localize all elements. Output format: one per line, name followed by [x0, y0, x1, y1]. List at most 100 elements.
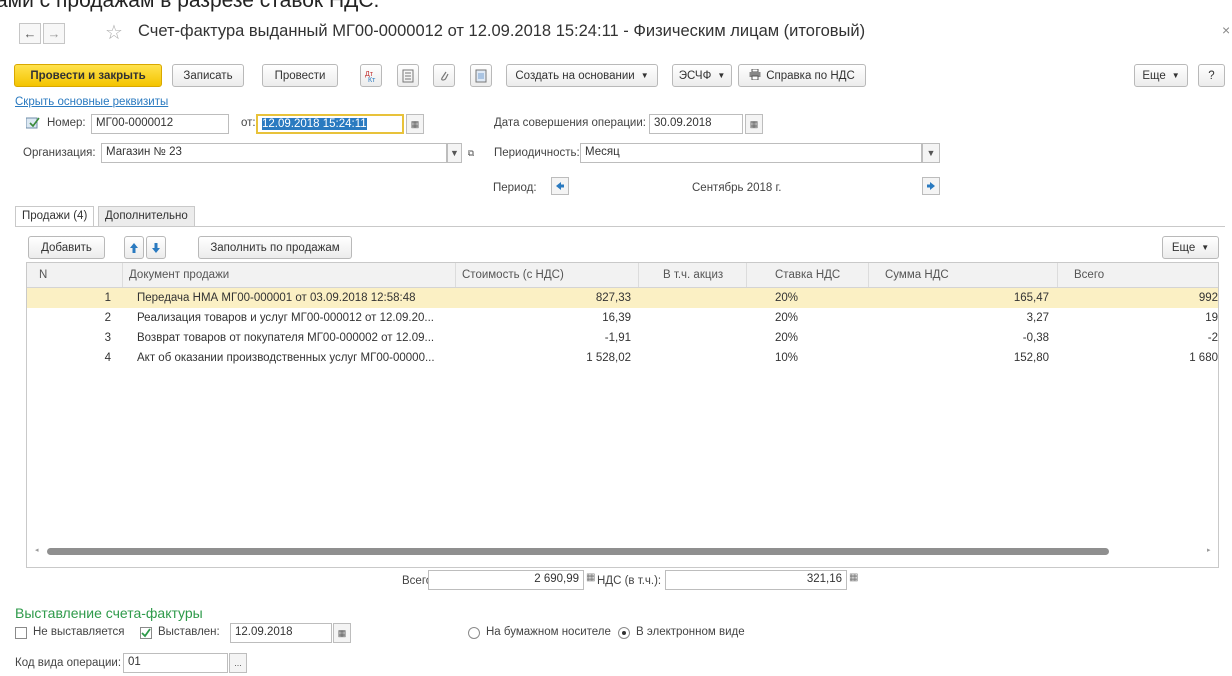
column-header-vat-rate[interactable]: Ставка НДС	[747, 263, 869, 287]
calculator-icon[interactable]: ▦	[586, 572, 595, 583]
calendar-icon[interactable]: ▦	[745, 114, 763, 134]
issued-date-field[interactable]: 12.09.2018	[230, 623, 332, 643]
vat-help-button[interactable]: Справка по НДС	[738, 64, 866, 87]
cell-cost: 827,33	[595, 292, 631, 304]
document-status-icon	[25, 117, 40, 132]
back-button[interactable]: ←	[19, 23, 41, 44]
total-field: 2 690,99	[428, 570, 584, 590]
cell-document: Передача НМА МГ00-000001 от 03.09.2018 1…	[137, 292, 416, 304]
post-button[interactable]: Провести	[262, 64, 338, 87]
cell-n: 4	[104, 352, 111, 364]
cropped-caption: ами с продажам в разрезе ставок НДС.	[0, 0, 380, 12]
scroll-left-icon[interactable]: ◂	[35, 546, 39, 554]
fill-by-sales-button[interactable]: Заполнить по продажам	[198, 236, 352, 259]
horizontal-scrollbar[interactable]	[37, 548, 1207, 556]
tab-divider	[15, 226, 1225, 227]
column-header-document[interactable]: Документ продажи	[123, 263, 456, 287]
paper-radio[interactable]	[468, 627, 480, 639]
document-list-icon[interactable]	[397, 64, 419, 87]
open-icon[interactable]: ⧉	[463, 143, 479, 163]
tab-sales[interactable]: Продажи (4)	[15, 206, 95, 227]
more-button[interactable]: Еще ▼	[1134, 64, 1188, 87]
cell-document: Акт об оказании производственных услуг М…	[137, 352, 435, 364]
operation-code-field[interactable]: 01	[123, 653, 228, 673]
scroll-right-icon[interactable]: ▸	[1207, 546, 1211, 554]
scrollbar-thumb[interactable]	[47, 548, 1109, 555]
forward-button[interactable]: →	[43, 23, 65, 44]
operation-code-label: Код вида операции:	[15, 657, 122, 669]
not-issued-checkbox[interactable]	[15, 627, 27, 639]
attach-icon[interactable]	[433, 64, 455, 87]
cell-excise	[639, 288, 739, 308]
period-value: Сентябрь 2018 г.	[692, 182, 782, 194]
period-prev-button[interactable]	[551, 177, 569, 195]
electronic-label: В электронном виде	[636, 626, 745, 638]
chevron-down-icon: ▼	[717, 71, 726, 80]
calendar-icon[interactable]: ▦	[406, 114, 424, 134]
column-header-excise[interactable]: В т.ч. акциз	[639, 263, 747, 287]
grid-more-button[interactable]: Еще ▼	[1162, 236, 1219, 259]
table-row[interactable]: 4 Акт об оказании производственных услуг …	[27, 348, 1218, 368]
cell-vat-rate: 20%	[775, 332, 799, 344]
favorite-star-icon[interactable]: ☆	[105, 20, 123, 45]
column-header-n[interactable]: N	[27, 263, 123, 287]
tab-additional[interactable]: Дополнительно	[98, 206, 195, 227]
dt-kt-icon[interactable]: Дт Кт	[360, 64, 382, 87]
chevron-down-icon: ▼	[1171, 71, 1180, 80]
help-button[interactable]: ?	[1198, 64, 1225, 87]
issued-checkbox[interactable]	[140, 627, 152, 639]
table-row[interactable]: 1 Передача НМА МГ00-000001 от 03.09.2018 …	[27, 288, 1218, 308]
vat-total-label: НДС (в т.ч.):	[597, 575, 662, 587]
cell-vat-rate: 20%	[775, 292, 799, 304]
column-header-total[interactable]: Всего	[1058, 263, 1218, 287]
vat-help-label: Справка по НДС	[766, 69, 855, 82]
printer-icon	[749, 68, 761, 83]
report-icon[interactable]	[470, 64, 492, 87]
cell-cost: 16,39	[602, 312, 631, 324]
cell-total: 19	[1205, 312, 1218, 324]
chevron-down-icon[interactable]: ▼	[922, 143, 940, 163]
organization-field[interactable]: Магазин № 23	[101, 143, 447, 163]
post-and-close-button[interactable]: Провести и закрыть	[14, 64, 162, 87]
column-header-cost[interactable]: Стоимость (с НДС)	[456, 263, 639, 287]
cell-total: 1 680	[1189, 352, 1218, 364]
organization-label: Организация:	[23, 147, 96, 159]
operation-date-field[interactable]: 30.09.2018	[649, 114, 743, 134]
periodicity-label: Периодичность:	[494, 147, 580, 159]
period-next-button[interactable]	[922, 177, 940, 195]
vat-total-field: 321,16	[665, 570, 847, 590]
paper-label: На бумажном носителе	[486, 626, 611, 638]
cell-n: 2	[104, 312, 111, 324]
periodicity-field[interactable]: Месяц	[580, 143, 922, 163]
chevron-down-icon[interactable]: ▼	[447, 143, 462, 163]
move-up-icon[interactable]	[124, 236, 144, 259]
cell-vat-amount: 152,80	[1013, 352, 1049, 364]
number-field[interactable]: МГ00-0000012	[91, 114, 229, 134]
electronic-radio[interactable]	[618, 627, 630, 639]
table-row[interactable]: 3 Возврат товаров от покупателя МГ00-0000…	[27, 328, 1218, 348]
cell-cost: -1,91	[604, 332, 631, 344]
cell-excise	[639, 348, 739, 368]
create-based-on-button[interactable]: Создать на основании ▼	[506, 64, 658, 87]
table-row[interactable]: 2 Реализация товаров и услуг МГ00-000012 …	[27, 308, 1218, 328]
hide-main-details-link[interactable]: Скрыть основные реквизиты	[15, 96, 168, 108]
close-icon[interactable]: ×	[1222, 22, 1230, 38]
date-field[interactable]: 12.09.2018 15:24:11	[256, 114, 404, 134]
calendar-icon[interactable]: ▦	[333, 623, 351, 643]
save-button[interactable]: Записать	[172, 64, 244, 87]
grid-more-label: Еще	[1171, 241, 1196, 254]
esf-button[interactable]: ЭСЧФ ▼	[672, 64, 732, 87]
cell-document: Реализация товаров и услуг МГ00-000012 о…	[137, 312, 434, 324]
from-label: от:	[241, 117, 256, 129]
calculator-icon[interactable]: ▦	[849, 572, 858, 583]
create-based-on-label: Создать на основании	[515, 69, 635, 82]
sales-table[interactable]: N Документ продажи Стоимость (с НДС) В т…	[26, 262, 1219, 568]
chevron-down-icon: ▼	[640, 71, 649, 80]
column-header-vat-amount[interactable]: Сумма НДС	[869, 263, 1058, 287]
add-button[interactable]: Добавить	[28, 236, 105, 259]
cell-vat-rate: 10%	[775, 352, 799, 364]
cell-vat-amount: 165,47	[1013, 292, 1049, 304]
invoice-section-title: Выставление счета-фактуры	[15, 605, 203, 621]
select-operation-code-button[interactable]: ...	[229, 653, 247, 673]
move-down-icon[interactable]	[146, 236, 166, 259]
